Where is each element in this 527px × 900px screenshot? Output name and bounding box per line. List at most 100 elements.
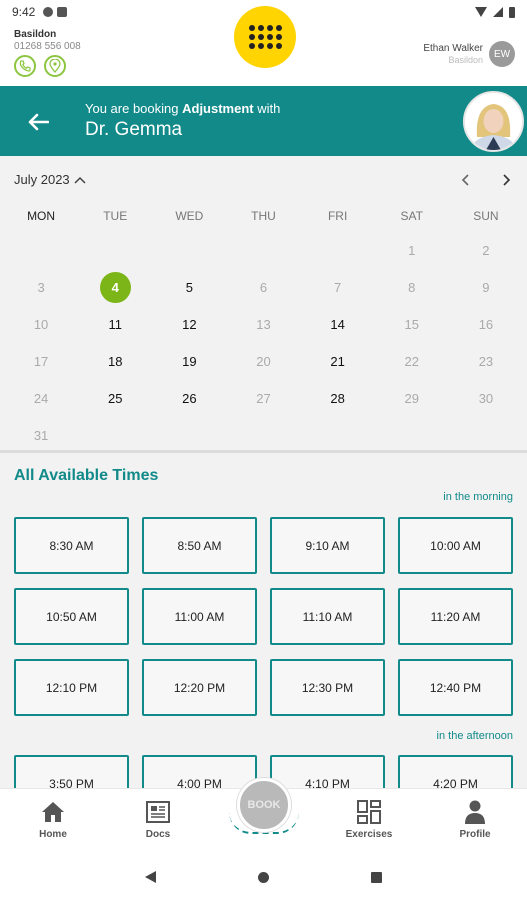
day-cell-selected[interactable]: 4 xyxy=(78,269,152,306)
day-cell: 27 xyxy=(256,391,271,406)
day-grid: 1 2 3 4 5 6 7 8 9 10 11 12 13 14 15 16 17 18 19 20 21 22 23 24 2… xyxy=(4,232,523,454)
day-cell: 31 xyxy=(33,428,49,443)
month-selector[interactable]: July 2023 xyxy=(14,172,86,187)
wifi-icon xyxy=(475,7,487,17)
times-title: All Available Times xyxy=(14,467,159,484)
month-label: July 2023 xyxy=(14,172,70,187)
day-cell[interactable]: 12 xyxy=(152,306,226,343)
clinic-phone: 01268 556 008 xyxy=(14,41,81,52)
doctor-name: Dr. Gemma xyxy=(85,119,183,140)
day-cell: 3 xyxy=(37,280,45,295)
service-name: Adjustment xyxy=(182,101,254,116)
afternoon-label: in the afternoon xyxy=(436,730,513,742)
section-divider xyxy=(0,450,527,453)
day-cell: 29 xyxy=(404,391,419,406)
time-slot-button[interactable]: 10:50 AM xyxy=(14,588,129,645)
time-slot-button[interactable]: 11:20 AM xyxy=(398,588,513,645)
day-cell: 16 xyxy=(478,317,494,332)
profile-icon xyxy=(462,799,488,825)
day-cell: 1 xyxy=(408,243,416,258)
nav-home[interactable]: Home xyxy=(23,799,83,840)
time-slot-button[interactable]: 12:30 PM xyxy=(270,659,385,716)
weekday-label: FRI xyxy=(327,209,348,223)
nav-exercises-label: Exercises xyxy=(345,829,393,840)
day-cell[interactable]: 25 xyxy=(78,380,152,417)
docs-icon xyxy=(145,799,171,825)
time-slot-button[interactable]: 8:30 AM xyxy=(14,517,129,574)
day-cell: 10 xyxy=(33,317,49,332)
day-cell: 13 xyxy=(256,317,271,332)
system-back-icon[interactable] xyxy=(145,871,156,883)
exercises-icon xyxy=(356,799,382,825)
phone-icon[interactable] xyxy=(14,55,36,77)
day-cell[interactable]: 28 xyxy=(301,380,375,417)
day-cell: 24 xyxy=(33,391,49,406)
day-blank xyxy=(78,232,152,269)
system-recents-icon[interactable] xyxy=(371,872,382,883)
weekday-header: MON TUE WED THU FRI SAT SUN xyxy=(4,209,523,223)
day-blank xyxy=(226,232,300,269)
booking-banner: You are booking Adjustment with Dr. Gemm… xyxy=(0,86,527,156)
weekday-label: TUE xyxy=(103,209,128,223)
calendar: July 2023 MON TUE WED THU FRI SAT SUN 12345678… xyxy=(0,156,527,450)
time-slot-button[interactable]: 12:40 PM xyxy=(398,659,513,716)
booking-summary: You are booking Adjustment with xyxy=(85,101,281,116)
day-cell[interactable]: 14 xyxy=(301,306,375,343)
weekday-label: MON xyxy=(27,209,56,223)
user-avatar[interactable]: EW xyxy=(489,41,515,67)
prev-month-chevron-icon[interactable] xyxy=(455,170,475,190)
user-name: Ethan Walker xyxy=(423,43,483,54)
user-location: Basildon xyxy=(448,55,483,65)
nav-exercises[interactable]: Exercises xyxy=(339,799,399,840)
day-cell: 30 xyxy=(478,391,494,406)
home-icon xyxy=(40,799,66,825)
morning-label: in the morning xyxy=(443,491,513,503)
day-cell: 20 xyxy=(256,354,271,369)
day-cell[interactable]: 21 xyxy=(301,343,375,380)
day-cell[interactable]: 5 xyxy=(152,269,226,306)
time-slot-button[interactable]: 12:20 PM xyxy=(142,659,257,716)
location-pin-icon[interactable] xyxy=(44,55,66,77)
time-slot-button[interactable]: 11:00 AM xyxy=(142,588,257,645)
day-blank xyxy=(152,232,226,269)
day-cell[interactable]: 18 xyxy=(78,343,152,380)
time-slot-button[interactable]: 9:10 AM xyxy=(270,517,385,574)
day-cell: 6 xyxy=(259,280,268,295)
sim-icon xyxy=(57,7,68,17)
signal-icon xyxy=(493,7,503,17)
nav-home-label: Home xyxy=(39,829,67,840)
system-nav-bar xyxy=(0,853,527,900)
nav-profile-label: Profile xyxy=(459,829,491,840)
battery-icon xyxy=(509,6,515,18)
time-slot-button[interactable]: 12:10 PM xyxy=(14,659,129,716)
day-cell[interactable]: 11 xyxy=(78,306,152,343)
day-cell: 17 xyxy=(33,354,49,369)
day-cell: 2 xyxy=(482,243,490,258)
day-cell: 15 xyxy=(404,317,419,332)
weekday-label: SAT xyxy=(400,209,423,223)
back-arrow-icon[interactable] xyxy=(24,110,52,134)
next-month-chevron-icon[interactable] xyxy=(497,170,517,190)
day-cell[interactable]: 26 xyxy=(152,380,226,417)
nav-docs[interactable]: Docs xyxy=(128,799,188,840)
time-slot-button[interactable]: 8:50 AM xyxy=(142,517,257,574)
nav-profile[interactable]: Profile xyxy=(445,799,505,840)
book-button[interactable]: BOOK xyxy=(237,778,291,832)
day-cell[interactable]: 19 xyxy=(152,343,226,380)
day-cell: 8 xyxy=(408,280,416,295)
time-slot-button[interactable]: 11:10 AM xyxy=(270,588,385,645)
morning-slots: 8:30 AM 8:50 AM 9:10 AM 10:00 AM 10:50 AM 11:… xyxy=(14,517,514,716)
time-slot-button[interactable]: 10:00 AM xyxy=(398,517,513,574)
weekday-label: WED xyxy=(175,209,204,223)
doctor-photo xyxy=(463,91,524,152)
app-logo xyxy=(234,6,296,68)
weekday-label: THU xyxy=(251,209,276,223)
day-cell: 9 xyxy=(482,280,490,295)
day-blank xyxy=(301,232,375,269)
weekday-label: SUN xyxy=(473,209,499,223)
day-cell: 23 xyxy=(478,354,494,369)
system-home-icon[interactable] xyxy=(258,872,269,883)
day-cell: 22 xyxy=(404,354,419,369)
sync-icon xyxy=(43,7,54,17)
chevron-up-icon xyxy=(74,176,86,184)
